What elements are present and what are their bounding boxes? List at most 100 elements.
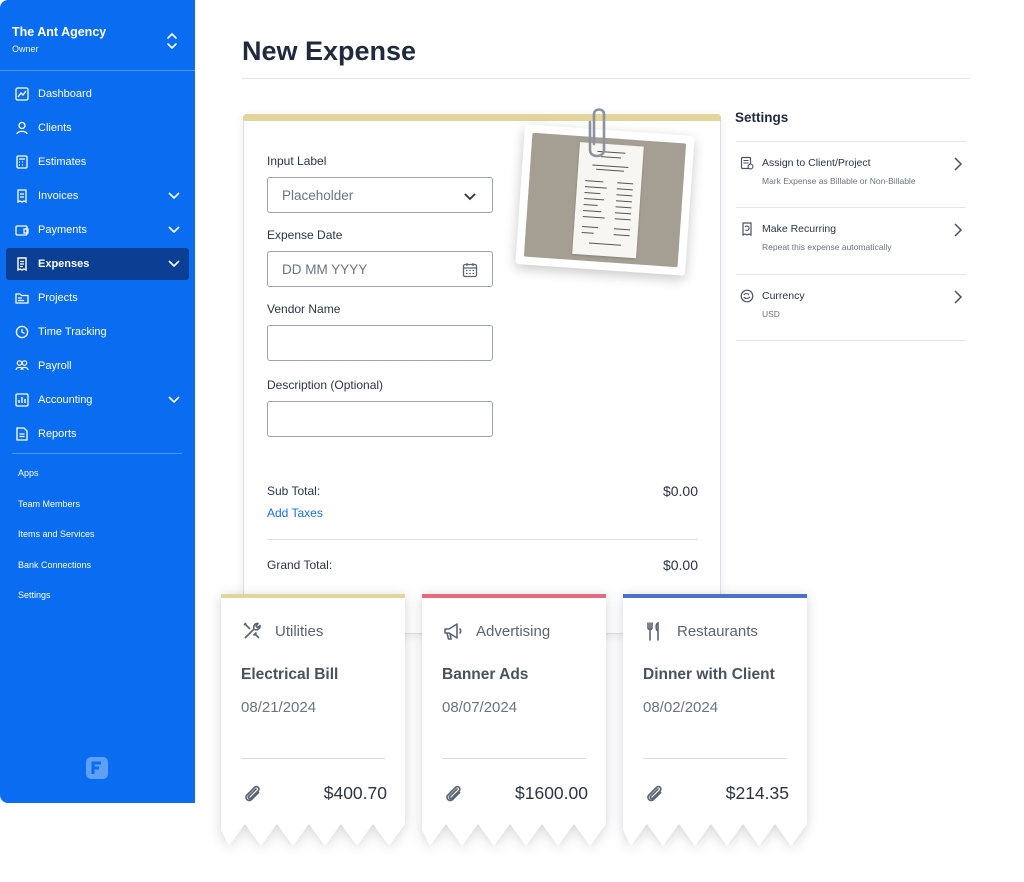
- chevron-down-icon[interactable]: [167, 394, 181, 406]
- user-role: Owner: [12, 44, 39, 54]
- sidebar-item-label: Expenses: [38, 258, 90, 270]
- paperclip-icon: [588, 108, 606, 158]
- description-input[interactable]: [267, 401, 493, 437]
- attachment-icon: [446, 785, 461, 802]
- input-label: Input Label: [267, 154, 327, 168]
- chevron-down-icon[interactable]: [167, 224, 181, 236]
- sidebar-item-label: Projects: [38, 292, 78, 304]
- sidebar-link-team-members[interactable]: Team Members: [18, 497, 95, 528]
- vendor-name-input[interactable]: [267, 325, 493, 361]
- subtotal-value: $0.00: [662, 483, 698, 499]
- setting-title: Currency: [762, 290, 805, 302]
- vendor-name-label: Vendor Name: [267, 302, 341, 316]
- card-divider: [442, 758, 586, 759]
- freshbooks-logo-icon: [86, 757, 108, 779]
- megaphone-icon: [444, 623, 462, 640]
- ledger-icon: [14, 393, 29, 408]
- calendar-icon[interactable]: [462, 262, 478, 278]
- sidebar-item-label: Clients: [38, 122, 72, 134]
- calculator-icon: [14, 155, 29, 170]
- sidebar-item-reports[interactable]: Reports: [6, 418, 189, 450]
- chevron-down-icon[interactable]: [167, 258, 181, 270]
- expense-title: Dinner with Client: [643, 666, 775, 683]
- sidebar-item-accounting[interactable]: Accounting: [6, 384, 189, 416]
- settings-make-recurring[interactable]: Make Recurring Repeat this expense autom…: [740, 222, 966, 272]
- category-select[interactable]: Placeholder: [267, 177, 493, 213]
- sidebar-item-label: Time Tracking: [38, 326, 107, 338]
- expense-card-advertising[interactable]: Advertising Banner Ads 08/07/2024 $1600.…: [422, 594, 606, 846]
- folder-icon: [14, 291, 29, 306]
- expense-category: Advertising: [442, 620, 550, 642]
- settings-title: Settings: [735, 110, 789, 125]
- sidebar-link-apps[interactable]: Apps: [18, 466, 95, 497]
- clock-icon: [14, 325, 29, 340]
- sidebar-link-settings[interactable]: Settings: [18, 588, 95, 619]
- expense-date-input[interactable]: DD MM YYYY: [267, 251, 493, 287]
- settings-divider: [736, 141, 966, 142]
- payment-icon: [14, 223, 29, 238]
- sidebar-item-invoices[interactable]: Invoices: [6, 180, 189, 212]
- settings-divider: [736, 274, 966, 275]
- expense-amount: $400.70: [323, 783, 387, 803]
- receipt-icon: [14, 257, 29, 272]
- expense-date: 08/02/2024: [643, 699, 719, 716]
- sidebar-item-estimates[interactable]: Estimates: [6, 146, 189, 178]
- settings-divider: [736, 340, 966, 341]
- header-divider: [242, 78, 970, 79]
- sidebar-nav: Dashboard Clients Estimates Invoices Pay…: [6, 78, 189, 452]
- sidebar-item-payments[interactable]: Payments: [6, 214, 189, 246]
- sidebar-link-items-services[interactable]: Items and Services: [18, 527, 95, 558]
- grand-total-label: Grand Total:: [267, 558, 333, 572]
- sidebar-item-expenses[interactable]: Expenses: [6, 248, 189, 280]
- expense-category: Utilities: [241, 620, 323, 642]
- expense-amount: $1600.00: [515, 783, 588, 803]
- category-label: Advertising: [476, 622, 551, 640]
- select-placeholder: Placeholder: [282, 187, 354, 203]
- card-accent-bar: [243, 114, 721, 121]
- grand-total-row: Grand Total: $0.00: [267, 557, 698, 573]
- setting-subtitle: USD: [762, 309, 780, 319]
- card-accent-bar: [221, 594, 405, 598]
- add-taxes-link[interactable]: Add Taxes: [267, 506, 323, 520]
- settings-divider: [736, 207, 966, 208]
- sidebar-item-projects[interactable]: Projects: [6, 282, 189, 314]
- expense-card-restaurants[interactable]: Restaurants Dinner with Client 08/02/202…: [623, 594, 807, 846]
- category-label: Restaurants: [677, 622, 758, 640]
- sidebar-item-payroll[interactable]: Payroll: [6, 350, 189, 382]
- sidebar-item-time-tracking[interactable]: Time Tracking: [6, 316, 189, 348]
- settings-currency[interactable]: Currency USD: [740, 289, 966, 339]
- sidebar-item-label: Payments: [38, 224, 87, 236]
- company-switcher[interactable]: The Ant Agency Owner: [12, 25, 106, 54]
- expense-date-label: Expense Date: [267, 228, 343, 242]
- sidebar-item-label: Reports: [38, 428, 77, 440]
- subtotal-label: Sub Total:: [267, 484, 321, 498]
- chevron-down-icon[interactable]: [167, 190, 181, 202]
- card-accent-bar: [623, 594, 807, 598]
- sidebar-item-dashboard[interactable]: Dashboard: [6, 78, 189, 110]
- sidebar-divider: [0, 70, 195, 71]
- attachment-icon: [245, 785, 260, 802]
- sidebar-item-label: Estimates: [38, 156, 87, 168]
- chevron-right-icon: [954, 157, 963, 171]
- expense-date: 08/21/2024: [241, 699, 317, 716]
- page-title: New Expense: [242, 36, 417, 66]
- sidebar-item-label: Accounting: [38, 394, 93, 406]
- settings-assign-client[interactable]: Assign to Client/Project Mark Expense as…: [740, 156, 966, 206]
- sidebar-item-label: Dashboard: [38, 88, 92, 100]
- subtotal-row: Sub Total: $0.00: [267, 483, 698, 499]
- card-divider: [643, 758, 787, 759]
- recurring-icon: [742, 222, 752, 236]
- expense-card-utilities[interactable]: Utilities Electrical Bill 08/21/2024 $40…: [221, 594, 405, 846]
- date-placeholder: DD MM YYYY: [282, 261, 368, 277]
- sidebar-item-label: Payroll: [38, 360, 72, 372]
- sidebar-link-bank-connections[interactable]: Bank Connections: [18, 558, 95, 589]
- report-icon: [14, 427, 29, 442]
- chevron-up-down-icon[interactable]: [165, 30, 179, 52]
- sidebar-secondary-links: Apps Team Members Items and Services Ban…: [18, 466, 95, 619]
- sidebar-divider: [12, 453, 182, 454]
- setting-title: Make Recurring: [762, 223, 837, 235]
- grand-total-value: $0.00: [662, 557, 698, 573]
- users-icon: [14, 121, 29, 136]
- chevron-down-icon: [464, 193, 476, 201]
- sidebar-item-clients[interactable]: Clients: [6, 112, 189, 144]
